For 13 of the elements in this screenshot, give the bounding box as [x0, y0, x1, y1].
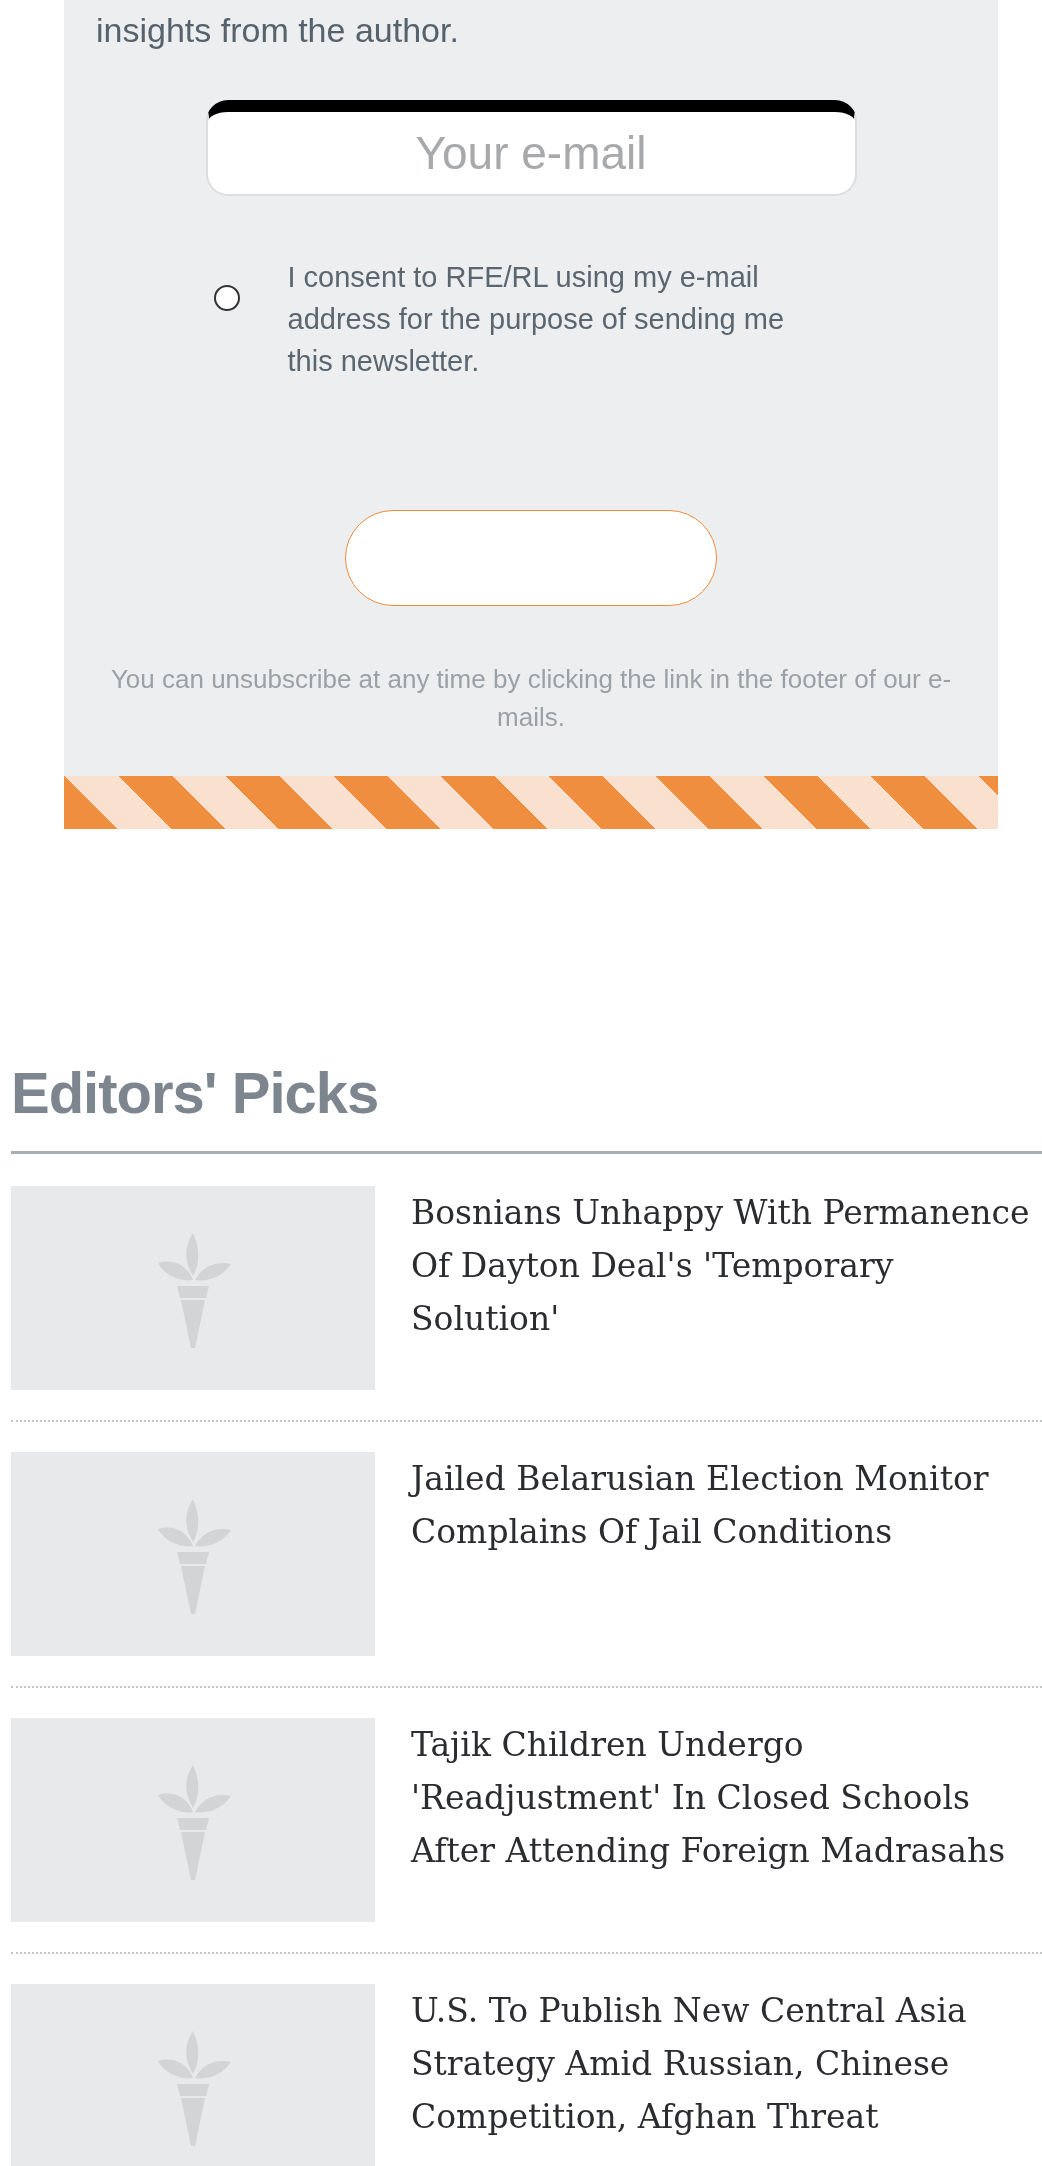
image-placeholder[interactable]	[11, 1718, 375, 1922]
image-placeholder[interactable]	[11, 1186, 375, 1390]
intro-text: insights from the author.	[96, 10, 460, 51]
image-placeholder[interactable]	[11, 1984, 375, 2166]
consent-label: I consent to RFE/RL using my e-mail address for the purpose of sending me this newsletter.	[287, 260, 786, 379]
image-placeholder[interactable]	[11, 1452, 375, 1656]
article-title-link[interactable]: Bosnians Unhappy With Permanence Of Dayton Deal's 'Temporary Solution'	[411, 1186, 1042, 1390]
consent-checkbox[interactable]	[213, 285, 240, 311]
section-heading: Editors' Picks	[11, 1059, 380, 1127]
article-title-link[interactable]: Tajik Children Undergo 'Readjustment' In Closed Schools After Attending Foreign Madrasahs	[411, 1718, 1042, 1922]
article-title-link[interactable]: U.S. To Publish New Central Asia Strategy Amid Russian, Chinese Competition, Afghan Threat	[411, 1984, 1042, 2166]
unsubscribe-note: You can unsubscribe at any time by clicking the link in the footer of our e-mails.	[109, 663, 953, 734]
email-field[interactable]: Your e-mail	[205, 100, 857, 196]
